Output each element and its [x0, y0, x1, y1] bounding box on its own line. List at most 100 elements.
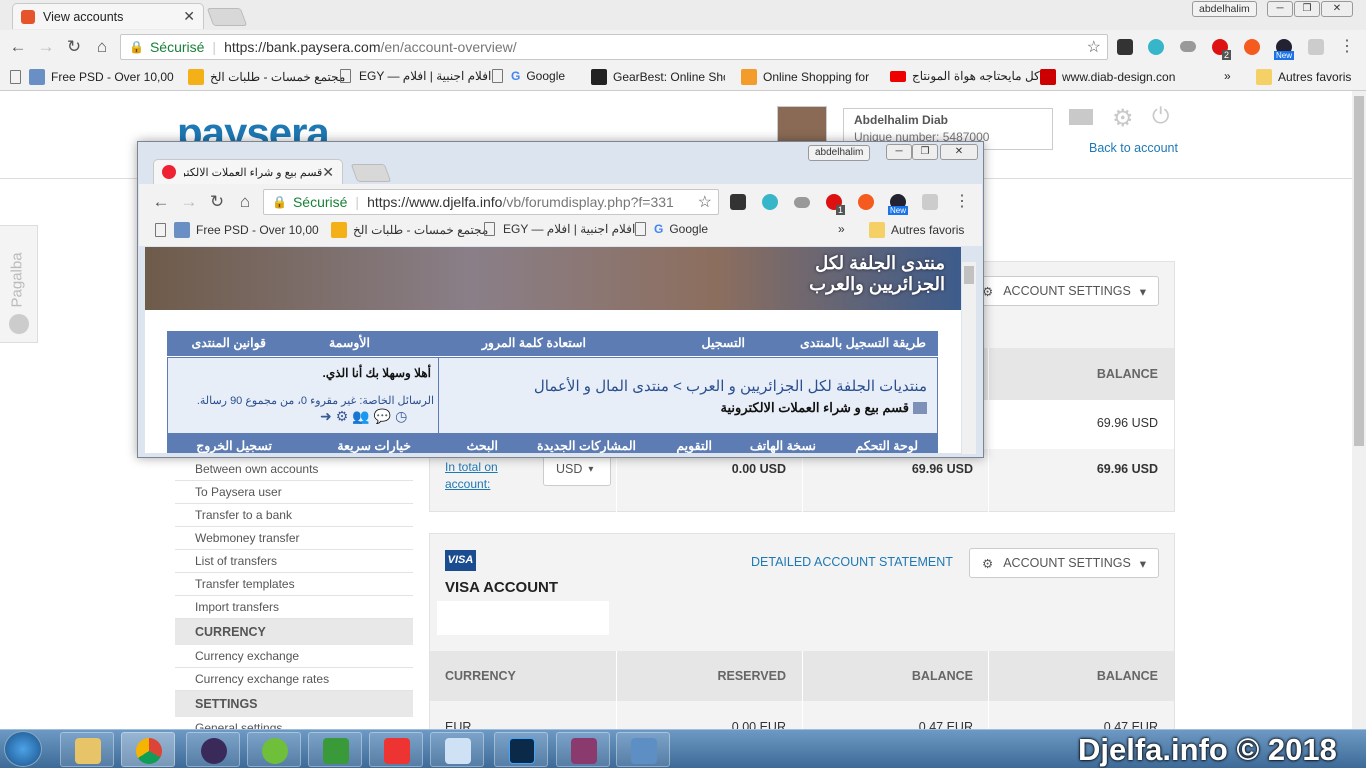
maximize-button[interactable]: ❐ — [912, 144, 938, 160]
minimize-button[interactable]: ─ — [1267, 1, 1293, 17]
scrollbar-thumb[interactable] — [964, 266, 974, 284]
minimize-button[interactable]: ─ — [886, 144, 912, 160]
nav-registration-guide[interactable]: طريقة التسجيل بالمنتدى — [800, 335, 926, 350]
extension-icon[interactable] — [730, 194, 746, 210]
settings-gear-icon[interactable]: ⚙ — [1112, 104, 1134, 133]
nav-recover-password[interactable]: استعادة كلمة المرور — [482, 335, 586, 350]
sidebar-item-webmoney-transfer[interactable]: Webmoney transfer — [175, 527, 413, 550]
taskbar-paint[interactable] — [430, 732, 484, 767]
menu-icon[interactable]: ⋮ — [1336, 36, 1358, 58]
profile-button[interactable]: abdelhalim — [1192, 1, 1257, 17]
account-settings-button[interactable]: ⚙ ACCOUNT SETTINGS ▾ — [969, 276, 1159, 306]
sidebar-item-transfer-to-bank[interactable]: Transfer to a bank — [175, 504, 413, 527]
detailed-statement-link[interactable]: DETAILED ACCOUNT STATEMENT — [751, 555, 953, 569]
visa-account-settings-button[interactable]: ⚙ ACCOUNT SETTINGS ▾ — [969, 548, 1159, 578]
bookmark-2[interactable]: مجتمع خمسات - طلبات الخ — [188, 69, 345, 85]
help-side-tab[interactable]: Pagalba — [0, 225, 38, 343]
mail-icon[interactable] — [1069, 109, 1093, 125]
sidebar-item-to-paysera-user[interactable]: To Paysera user — [175, 481, 413, 504]
taskbar-explorer[interactable] — [60, 732, 114, 767]
bookmarks-overflow[interactable]: » — [838, 222, 845, 236]
sidebar-item-import-transfers[interactable]: Import transfers — [175, 596, 413, 619]
bookmark-4[interactable]: G Google — [635, 222, 708, 236]
taskbar-app-6[interactable] — [369, 732, 423, 767]
maximize-button[interactable]: ❐ — [1294, 1, 1320, 17]
bookmark-4[interactable]: G Google — [492, 69, 565, 83]
taskbar-app-3[interactable] — [186, 732, 240, 767]
private-messages-status[interactable]: الرسائل الخاصة: غير مقروء 0، من مجموع 90… — [172, 394, 434, 407]
pdf-extension-icon[interactable] — [922, 194, 938, 210]
bookmark-2[interactable]: مجتمع خمسات - طلبات الخ — [331, 222, 488, 238]
bookmarks-overflow[interactable]: » — [1224, 69, 1231, 83]
nav-control-panel[interactable]: لوحة التحكم — [855, 438, 918, 453]
bookmark-5[interactable]: GearBest: Online Sho — [591, 69, 725, 85]
close-window-button[interactable]: ✕ — [940, 144, 978, 160]
profile-button[interactable]: abdelhalim — [808, 145, 871, 161]
extension-gear-icon[interactable] — [1148, 39, 1164, 55]
back-icon[interactable]: ← — [150, 191, 172, 213]
bookmark-7[interactable]: كل مايحتاجه هواة المونتاج — [890, 69, 1040, 83]
back-to-account-link[interactable]: Back to account — [1089, 141, 1178, 155]
address-bar[interactable]: 🔒 Sécurisé | https://www.djelfa.info/vb/… — [263, 189, 719, 215]
taskbar-photo-viewer[interactable] — [616, 732, 670, 767]
sidebar-item-general-settings[interactable]: General settings — [175, 717, 413, 729]
taskbar-chrome[interactable] — [121, 732, 175, 767]
in-total-link[interactable]: In total on account: — [445, 459, 515, 493]
tab-view-accounts[interactable]: View accounts ✕ — [12, 3, 204, 29]
bookmark-other[interactable]: Autres favoris — [869, 222, 964, 238]
pdf-extension-icon[interactable] — [1308, 39, 1324, 55]
bookmark-8[interactable]: www.diab-design.con — [1040, 69, 1175, 85]
extension-icon[interactable] — [1117, 39, 1133, 55]
nav-register[interactable]: التسجيل — [701, 335, 745, 350]
bookmark-other[interactable]: Autres favoris — [1256, 69, 1351, 85]
taskbar-photoshop[interactable] — [494, 732, 548, 767]
cloud-icon[interactable] — [1180, 41, 1196, 52]
scrollbar-thumb[interactable] — [1354, 96, 1364, 446]
nav-quick-options[interactable]: خيارات سريعة — [337, 438, 411, 453]
taskbar-utorrent[interactable] — [247, 732, 301, 767]
nav-search[interactable]: البحث — [467, 438, 498, 453]
sidebar-item-currency-exchange[interactable]: Currency exchange — [175, 645, 413, 668]
user-action-icons[interactable]: ➜⚙👥💬◷ — [320, 408, 411, 425]
nav-forum-rules[interactable]: قوانين المنتدى — [191, 335, 266, 350]
nav-mobile-version[interactable]: نسخة الهاتف — [750, 438, 816, 453]
logout-power-icon[interactable]: ⏻ — [1152, 103, 1169, 129]
reload-icon[interactable]: ↻ — [63, 36, 85, 58]
home-icon[interactable]: ⌂ — [234, 191, 256, 213]
popup-scrollbar[interactable] — [962, 262, 976, 454]
start-button[interactable] — [4, 731, 42, 767]
new-tab-button[interactable] — [206, 8, 248, 26]
bookmark-3[interactable]: EGY — افلام اجنبية | افلام — [340, 69, 491, 83]
sidebar-item-transfer-templates[interactable]: Transfer templates — [175, 573, 413, 596]
reload-icon[interactable]: ↻ — [206, 191, 228, 213]
home-icon[interactable]: ⌂ — [91, 36, 113, 58]
tab-djelfa-forum[interactable]: قسم بيع و شراء العملات الالكترو ✕ — [153, 159, 343, 184]
taskbar-idm[interactable] — [308, 732, 362, 767]
nav-badges[interactable]: الأوسمة — [329, 335, 370, 350]
bookmark-1[interactable]: Free PSD - Over 10,00 — [155, 222, 319, 238]
bookmark-3[interactable]: EGY — افلام اجنبية | افلام — [484, 222, 635, 236]
nav-calendar[interactable]: التقويم — [676, 438, 712, 453]
menu-icon[interactable]: ⋮ — [951, 191, 973, 213]
close-tab-icon[interactable]: ✕ — [183, 8, 195, 25]
back-icon[interactable]: ← — [7, 36, 29, 58]
new-tab-button[interactable] — [350, 164, 392, 182]
cloud-icon[interactable] — [794, 197, 810, 208]
bookmark-6[interactable]: Online Shopping for — [741, 69, 869, 85]
address-bar[interactable]: 🔒 Sécurisé | https://bank.paysera.com/en… — [120, 34, 1108, 60]
extension-gear-icon[interactable] — [762, 194, 778, 210]
forward-icon[interactable]: → — [35, 36, 57, 58]
close-window-button[interactable]: ✕ — [1321, 1, 1353, 17]
bookmark-star-icon[interactable]: ☆ — [698, 192, 712, 212]
forum-breadcrumb[interactable]: منتديات الجلفة لكل الجزائريين و العرب > … — [534, 377, 927, 395]
bookmark-star-icon[interactable]: ☆ — [1087, 37, 1101, 57]
nav-new-posts[interactable]: المشاركات الجديدة — [537, 438, 636, 453]
sidebar-item-currency-exchange-rates[interactable]: Currency exchange rates — [175, 668, 413, 691]
fire-extension-icon[interactable] — [1244, 39, 1260, 55]
fire-extension-icon[interactable] — [858, 194, 874, 210]
nav-logout[interactable]: تسجيل الخروج — [196, 438, 272, 453]
taskbar-winrar[interactable] — [556, 732, 610, 767]
sidebar-item-list-of-transfers[interactable]: List of transfers — [175, 550, 413, 573]
forward-icon[interactable]: → — [178, 191, 200, 213]
bookmark-1[interactable]: Free PSD - Over 10,00 — [10, 69, 174, 85]
